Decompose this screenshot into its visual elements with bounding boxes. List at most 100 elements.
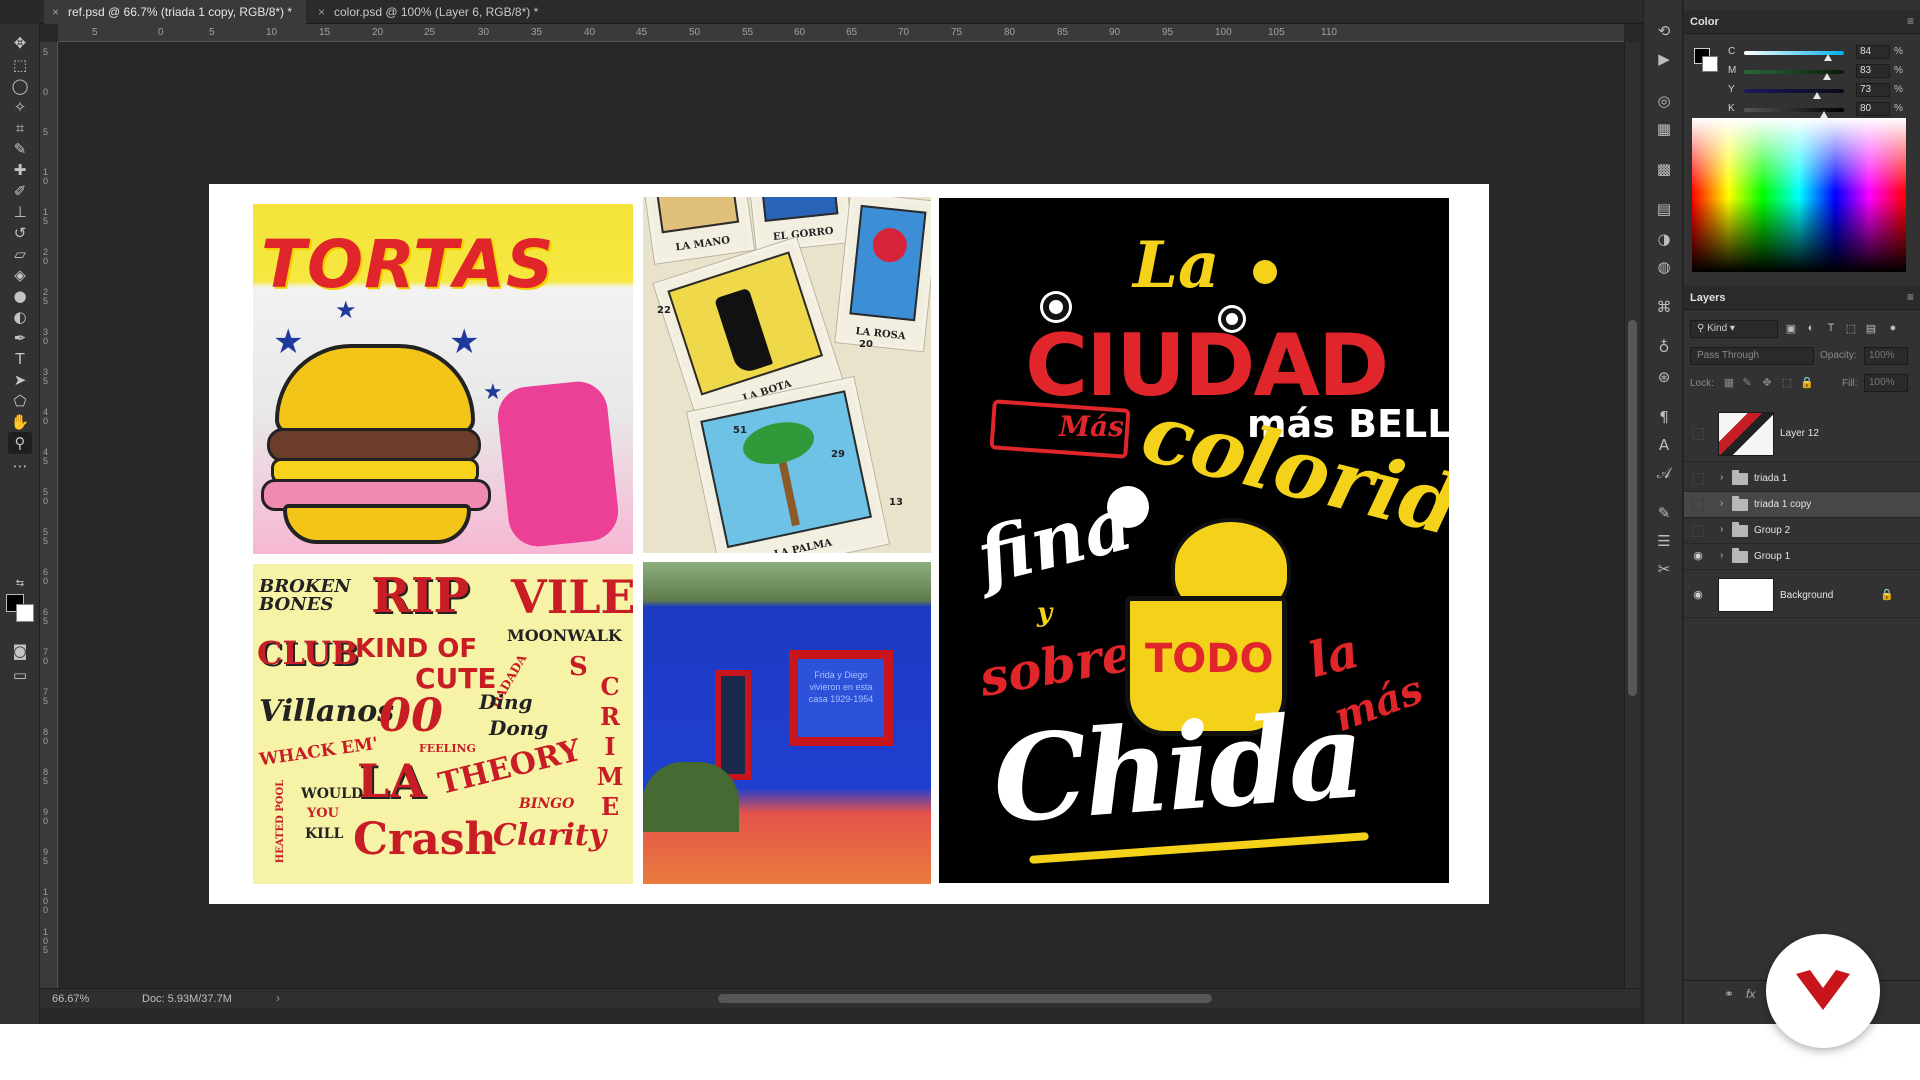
- layer-row-triada-1[interactable]: › triada 1: [1684, 466, 1920, 492]
- libraries-icon[interactable]: ▤: [1652, 198, 1676, 220]
- swap-colors-icon[interactable]: ⇆: [8, 572, 32, 594]
- document-canvas[interactable]: TORTAS ★ ★ ★ ★ ★ LA MANO: [209, 184, 1489, 904]
- filter-smart-object-icon[interactable]: ▤: [1864, 322, 1878, 336]
- chevron-right-icon[interactable]: ›: [1720, 472, 1723, 483]
- adjustments-icon[interactable]: ◑: [1652, 228, 1676, 250]
- channel-slider-knob[interactable]: [1820, 111, 1828, 118]
- fill-field[interactable]: 100%: [1864, 374, 1908, 392]
- status-menu-arrow[interactable]: ›: [276, 991, 280, 1005]
- paint-bucket-icon[interactable]: ◈: [8, 264, 32, 286]
- layer-row-layer-12[interactable]: Layer 12: [1684, 408, 1920, 462]
- channel-value-field[interactable]: 83: [1856, 64, 1890, 78]
- tool-presets-icon[interactable]: ✂: [1652, 558, 1676, 580]
- tab-color-psd[interactable]: × color.psd @ 100% (Layer 6, RGB/8*) *: [310, 0, 550, 24]
- layer-row-background[interactable]: ◉ Background 🔒: [1684, 574, 1920, 618]
- eye-icon[interactable]: ◉: [1690, 549, 1706, 565]
- color-spectrum[interactable]: [1692, 118, 1906, 272]
- vertical-scrollbar[interactable]: [1624, 42, 1640, 988]
- channel-slider-track[interactable]: [1744, 108, 1844, 112]
- layer-row-group-2[interactable]: › Group 2: [1684, 518, 1920, 544]
- history-icon[interactable]: ⟲: [1652, 20, 1676, 42]
- tab-close-icon[interactable]: ×: [318, 0, 325, 24]
- channel-value-field[interactable]: 84: [1856, 45, 1890, 59]
- paths-icon[interactable]: ⌘: [1652, 296, 1676, 318]
- opacity-field[interactable]: 100%: [1864, 347, 1908, 365]
- history-brush-icon[interactable]: ↺: [8, 222, 32, 244]
- marquee-icon[interactable]: ⬚: [8, 54, 32, 76]
- tab-close-icon[interactable]: ×: [52, 0, 59, 24]
- channel-slider-track[interactable]: [1744, 89, 1844, 93]
- tab-ref-psd[interactable]: × ref.psd @ 66.7% (triada 1 copy, RGB/8*…: [44, 0, 306, 24]
- color-background-swatch[interactable]: [1702, 56, 1718, 72]
- brush-settings-icon[interactable]: ✎: [1652, 502, 1676, 524]
- screen-mode-icon[interactable]: ▭: [8, 664, 32, 686]
- move-icon[interactable]: ✥: [8, 32, 32, 54]
- blend-mode-select[interactable]: Pass Through: [1690, 347, 1814, 365]
- layer-filter-select[interactable]: ⚲ Kind ▾: [1690, 320, 1778, 338]
- lock-position-icon[interactable]: ✥: [1760, 376, 1774, 390]
- magic-wand-icon[interactable]: ✧: [8, 96, 32, 118]
- properties-icon[interactable]: ☰: [1652, 530, 1676, 552]
- zoom-icon[interactable]: ⚲: [8, 432, 32, 454]
- paragraph-icon[interactable]: ¶: [1652, 406, 1676, 428]
- lock-transparency-icon[interactable]: ▦: [1722, 376, 1736, 390]
- filter-type-icon[interactable]: T: [1824, 322, 1838, 336]
- filter-adjustment-icon[interactable]: ◐: [1804, 322, 1818, 336]
- hand-icon[interactable]: ✋: [8, 411, 32, 433]
- path-selection-icon[interactable]: ➤: [8, 369, 32, 391]
- channel-slider-knob[interactable]: [1813, 92, 1821, 99]
- pen-icon[interactable]: ✒: [8, 327, 32, 349]
- layers-panel-title[interactable]: Layers: [1690, 292, 1725, 304]
- swatches-icon[interactable]: ▦: [1652, 118, 1676, 140]
- background-color-swatch[interactable]: [16, 604, 34, 622]
- character-icon[interactable]: A: [1652, 434, 1676, 456]
- actions-play-icon[interactable]: ▶: [1652, 48, 1676, 70]
- eyedropper-icon[interactable]: ✎: [8, 138, 32, 160]
- lasso-icon[interactable]: ◯: [8, 75, 32, 97]
- channel-slider-knob[interactable]: [1823, 73, 1831, 80]
- type-icon[interactable]: T: [8, 348, 32, 370]
- more-tools-icon[interactable]: ⋯: [8, 455, 32, 477]
- color-panel-title[interactable]: Color: [1690, 16, 1719, 28]
- brush-icon[interactable]: ✐: [8, 180, 32, 202]
- channel-value-field[interactable]: 80: [1856, 102, 1890, 116]
- eye-icon[interactable]: ◉: [1690, 588, 1706, 604]
- layer-row-group-1[interactable]: ◉ › Group 1: [1684, 544, 1920, 570]
- styles-icon[interactable]: ◍: [1652, 256, 1676, 278]
- stamp-icon[interactable]: ⊥: [8, 201, 32, 223]
- link-icon[interactable]: ⚭: [1724, 987, 1734, 1001]
- blur-icon[interactable]: ●: [8, 285, 32, 307]
- healing-icon[interactable]: ✚: [8, 159, 32, 181]
- quick-mask-icon[interactable]: ◙: [8, 640, 32, 662]
- light-bulb-icon[interactable]: ♁: [1652, 336, 1676, 358]
- horizontal-scroll-thumb[interactable]: [718, 994, 1212, 1003]
- filter-shape-icon[interactable]: ⬚: [1844, 322, 1858, 336]
- lock-artboard-icon[interactable]: ⬚: [1780, 376, 1794, 390]
- navigator-icon[interactable]: ◎: [1652, 90, 1676, 112]
- patterns-icon[interactable]: ▩: [1652, 158, 1676, 180]
- fx-icon[interactable]: fx: [1746, 987, 1755, 1001]
- layer-visibility-toggle[interactable]: [1692, 525, 1704, 537]
- lock-pixels-icon[interactable]: ✎: [1740, 376, 1754, 390]
- channels-icon[interactable]: ⊛: [1652, 366, 1676, 388]
- channel-slider-knob[interactable]: [1824, 54, 1832, 61]
- filter-toggle-icon[interactable]: ●: [1886, 322, 1900, 336]
- glyphs-icon[interactable]: 𝒜: [1652, 462, 1676, 484]
- panel-menu-icon[interactable]: ≡: [1907, 290, 1914, 304]
- zoom-level[interactable]: 66.67%: [52, 993, 89, 1005]
- filter-pixel-icon[interactable]: ▣: [1784, 322, 1798, 336]
- vertical-scroll-thumb[interactable]: [1628, 320, 1637, 696]
- chevron-right-icon[interactable]: ›: [1720, 498, 1723, 509]
- shape-icon[interactable]: ⬠: [8, 390, 32, 412]
- panel-menu-icon[interactable]: ≡: [1907, 14, 1914, 28]
- canvas-area[interactable]: TORTAS ★ ★ ★ ★ ★ LA MANO: [58, 42, 1624, 988]
- dodge-icon[interactable]: ◐: [8, 306, 32, 328]
- channel-value-field[interactable]: 73: [1856, 83, 1890, 97]
- crop-icon[interactable]: ⌗: [8, 117, 32, 139]
- eraser-icon[interactable]: ▱: [8, 243, 32, 265]
- lock-all-icon[interactable]: 🔒: [1800, 376, 1814, 390]
- layer-visibility-toggle[interactable]: [1692, 473, 1704, 485]
- layer-visibility-toggle[interactable]: [1692, 499, 1704, 511]
- chevron-right-icon[interactable]: ›: [1720, 550, 1723, 561]
- layer-row-triada-1-copy[interactable]: › triada 1 copy: [1684, 492, 1920, 518]
